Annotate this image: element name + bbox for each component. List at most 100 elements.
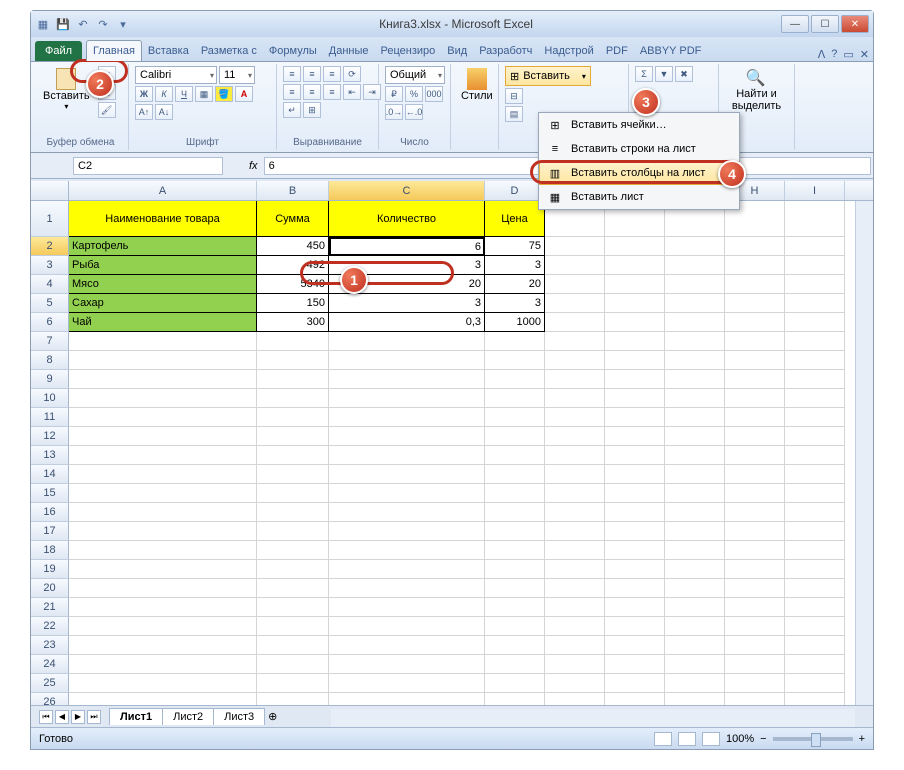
cell[interactable] (605, 579, 665, 598)
cell[interactable] (665, 237, 725, 256)
cell[interactable] (69, 351, 257, 370)
cell[interactable] (329, 522, 485, 541)
row-header[interactable]: 10 (31, 389, 69, 408)
cell[interactable] (785, 541, 845, 560)
format-painter-icon[interactable]: 🖌 (98, 102, 116, 118)
cell[interactable] (329, 484, 485, 503)
cell[interactable] (725, 617, 785, 636)
cell[interactable] (665, 541, 725, 560)
cell[interactable] (605, 484, 665, 503)
row-header[interactable]: 14 (31, 465, 69, 484)
tab-review[interactable]: Рецензиро (375, 41, 442, 61)
row-header[interactable]: 26 (31, 693, 69, 705)
cell[interactable] (329, 446, 485, 465)
cell[interactable] (485, 370, 545, 389)
cell[interactable] (725, 522, 785, 541)
cell[interactable] (605, 655, 665, 674)
row-header[interactable]: 22 (31, 617, 69, 636)
cell[interactable] (329, 465, 485, 484)
cell[interactable] (545, 655, 605, 674)
cell[interactable] (605, 237, 665, 256)
cell[interactable] (485, 617, 545, 636)
number-format-combo[interactable]: Общий (385, 66, 445, 84)
row-header[interactable]: 7 (31, 332, 69, 351)
cell[interactable] (329, 408, 485, 427)
align-top-icon[interactable]: ≡ (283, 66, 301, 82)
cell[interactable] (605, 275, 665, 294)
cell[interactable]: 150 (257, 294, 329, 313)
col-header-I[interactable]: I (785, 181, 845, 200)
cell[interactable] (69, 370, 257, 389)
cell[interactable] (545, 465, 605, 484)
cell[interactable] (785, 617, 845, 636)
cell[interactable] (485, 560, 545, 579)
cell[interactable] (725, 332, 785, 351)
sheet-tab-3[interactable]: Лист3 (213, 708, 265, 725)
align-left-icon[interactable]: ≡ (283, 84, 301, 100)
cell[interactable] (545, 617, 605, 636)
cell[interactable] (329, 617, 485, 636)
clear-icon[interactable]: ✖ (675, 66, 693, 82)
cell[interactable] (605, 294, 665, 313)
zoom-in-icon[interactable]: + (859, 733, 865, 745)
align-bottom-icon[interactable]: ≡ (323, 66, 341, 82)
cell[interactable] (785, 674, 845, 693)
cell[interactable] (785, 427, 845, 446)
cell[interactable] (665, 655, 725, 674)
cell[interactable] (329, 332, 485, 351)
cell[interactable] (665, 693, 725, 705)
cell[interactable]: Мясо (69, 275, 257, 294)
cell[interactable] (785, 408, 845, 427)
fx-icon[interactable]: fx (243, 160, 264, 172)
wrap-text-icon[interactable]: ↵ (283, 102, 301, 118)
cell[interactable] (485, 655, 545, 674)
cell[interactable] (785, 351, 845, 370)
col-header-D[interactable]: D (485, 181, 545, 200)
bold-button[interactable]: Ж (135, 86, 153, 102)
cell[interactable] (725, 655, 785, 674)
cell[interactable]: Сумма (257, 201, 329, 237)
minimize-ribbon-icon[interactable]: ᐱ (818, 48, 826, 61)
cell[interactable] (605, 693, 665, 705)
insert-cells-button[interactable]: ⊞ Вставить (505, 66, 591, 86)
cell[interactable] (257, 522, 329, 541)
cell[interactable] (257, 465, 329, 484)
cell[interactable] (785, 256, 845, 275)
cell[interactable] (329, 598, 485, 617)
view-layout-icon[interactable] (678, 732, 696, 746)
cell[interactable] (785, 313, 845, 332)
cell[interactable] (69, 408, 257, 427)
cell[interactable] (605, 598, 665, 617)
cell[interactable]: Цена (485, 201, 545, 237)
row-header[interactable]: 13 (31, 446, 69, 465)
row-header[interactable]: 2 (31, 237, 69, 256)
cell[interactable] (485, 389, 545, 408)
close-workbook-icon[interactable]: ✕ (860, 48, 869, 61)
sheet-first-icon[interactable]: ⏮ (39, 710, 53, 724)
cell[interactable] (545, 674, 605, 693)
cell[interactable] (545, 427, 605, 446)
row-header[interactable]: 17 (31, 522, 69, 541)
increase-decimal-icon[interactable]: .0→ (385, 104, 403, 120)
cell[interactable] (329, 370, 485, 389)
cell[interactable] (665, 465, 725, 484)
cell[interactable] (257, 484, 329, 503)
autosum-icon[interactable]: Σ (635, 66, 653, 82)
row-header[interactable]: 3 (31, 256, 69, 275)
cell[interactable] (725, 693, 785, 705)
row-header[interactable]: 8 (31, 351, 69, 370)
cell[interactable] (69, 503, 257, 522)
cell[interactable] (485, 465, 545, 484)
cell[interactable] (257, 408, 329, 427)
cell[interactable] (725, 579, 785, 598)
close-button[interactable]: ✕ (841, 15, 869, 33)
format-cells-icon[interactable]: ▤ (505, 106, 523, 122)
tab-data[interactable]: Данные (323, 41, 375, 61)
cell[interactable] (485, 522, 545, 541)
cell[interactable] (545, 275, 605, 294)
cell[interactable] (257, 560, 329, 579)
cell[interactable] (485, 446, 545, 465)
cell[interactable] (605, 256, 665, 275)
cell[interactable] (69, 541, 257, 560)
view-normal-icon[interactable] (654, 732, 672, 746)
